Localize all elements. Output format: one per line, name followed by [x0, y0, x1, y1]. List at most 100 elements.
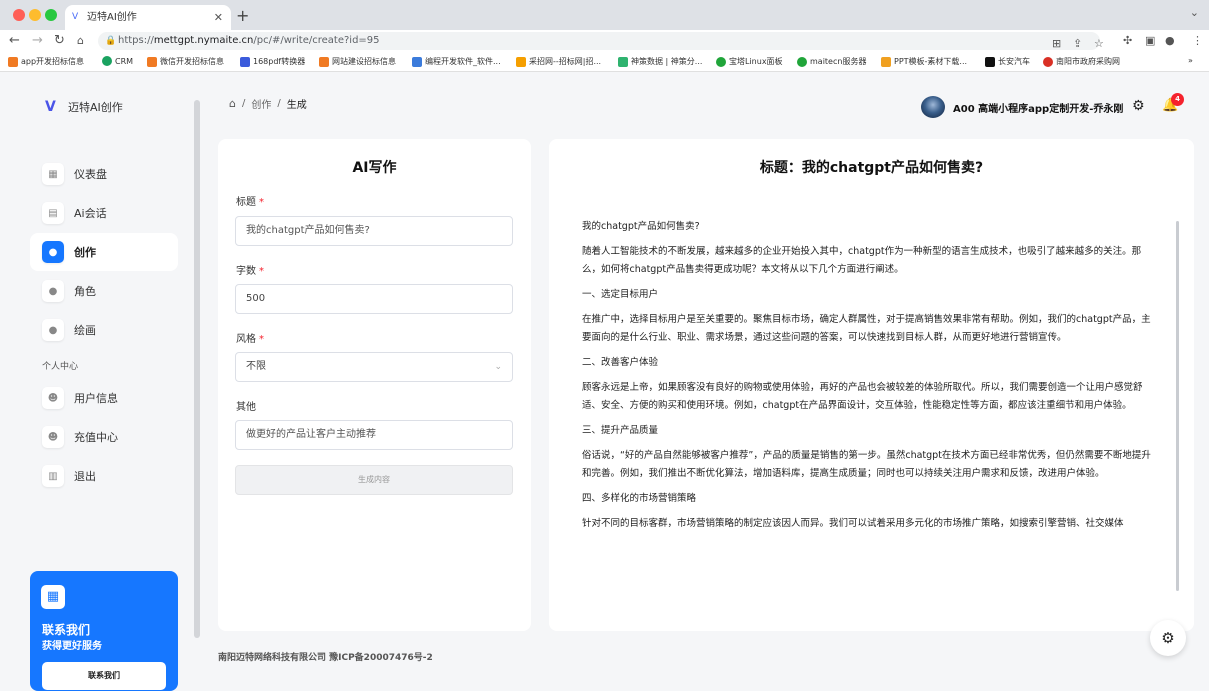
sidepanel-icon[interactable]: ▣ [1145, 33, 1155, 49]
article-heading: 标题：我的chatgpt产品如何售卖? [759, 160, 984, 176]
bookmark-item[interactable]: 编程开发软件_软件... [412, 56, 501, 67]
other-label: 其他 [236, 402, 256, 413]
bookmark-item[interactable]: 长安汽车 [985, 56, 1030, 67]
form-title: AI写作 [352, 160, 397, 176]
back-icon[interactable]: ← [9, 33, 20, 49]
user-icon: ☻ [42, 426, 64, 448]
sidebar-item-ai-chat[interactable]: ▤ Ai会话 [30, 194, 178, 232]
promo-subtitle: 获得更好服务 [42, 641, 102, 652]
home-icon[interactable]: ⌂ [229, 97, 236, 110]
lock-icon: 🔒 [105, 36, 117, 46]
contact-promo-card: ▦ 联系我们 获得更好服务 联系我们 [30, 571, 178, 691]
bookmark-item[interactable]: CRM [102, 56, 133, 66]
close-window-button[interactable] [13, 9, 25, 21]
bookmark-star-icon[interactable]: ☆ [1094, 35, 1104, 53]
sidebar-item-label: 充值中心 [74, 431, 118, 444]
url-field[interactable]: 🔒 https://mettgpt.nymaite.cn/pc/#/write/… [98, 32, 1104, 53]
share-icon[interactable]: ⇪ [1073, 35, 1082, 53]
sidebar-item-dashboard[interactable]: ▦ 仪表盘 [30, 155, 178, 193]
style-select-value: 不限 [246, 361, 266, 372]
profile-icon[interactable]: ● [1165, 33, 1175, 49]
bookmark-item[interactable]: 168pdf转换器 [240, 56, 305, 67]
translate-icon[interactable]: ⊞ [1052, 35, 1061, 53]
drop-icon: ● [42, 319, 64, 341]
bookmarks-overflow-icon[interactable]: » [1188, 56, 1193, 65]
sidebar-item-recharge[interactable]: ☻ 充值中心 [30, 418, 178, 456]
browser-tab[interactable]: V 迈特AI创作 ✕ [65, 5, 231, 30]
bookmark-favicon-icon [8, 56, 18, 67]
app-logo[interactable]: V 迈特AI创作 [45, 99, 123, 115]
tab-favicon-icon: V [72, 12, 79, 22]
word-count-input[interactable]: 500 [235, 284, 513, 314]
reload-icon[interactable]: ↻ [54, 33, 65, 49]
bookmarks-bar: app开发招标信息 CRM 微信开发招标信息 168pdf转换器 网站建设招标信… [0, 52, 1209, 72]
tab-search-chevron-icon[interactable]: ⌄ [1190, 6, 1199, 19]
article-scrollbar[interactable] [1176, 221, 1179, 591]
bookmark-item[interactable]: 宝塔Linux面板 [716, 56, 783, 67]
title-input[interactable]: 我的chatgpt产品如何售卖? [235, 216, 513, 246]
address-bar-row: ← → ↻ ⌂ 🔒 https://mettgpt.nymaite.cn/pc/… [0, 30, 1209, 52]
sidebar-scrollbar[interactable] [194, 100, 200, 638]
sidebar-item-user-info[interactable]: ☻ 用户信息 [30, 379, 178, 417]
drop-icon: ● [42, 280, 64, 302]
other-input[interactable]: 做更好的产品让客户主动推荐 [235, 420, 513, 450]
bookmark-item[interactable]: app开发招标信息 [8, 56, 84, 67]
sidebar: V 迈特AI创作 ▦ 仪表盘 ▤ Ai会话 ● 创作 ● 角色 ● 绘画 个人中… [0, 72, 200, 691]
article-paragraph: 在推广中，选择目标用户是至关重要的。聚焦目标市场，确定人群属性，对于提高销售效果… [582, 314, 1151, 343]
sidebar-item-label: 仪表盘 [74, 168, 107, 181]
article-paragraph: 俗话说，“好的产品自然能够被客户推荐”，产品的质量是销售的第一步。虽然chatg… [582, 450, 1151, 479]
sidebar-item-label: 退出 [74, 470, 96, 483]
bookmark-item[interactable]: 南阳市政府采购网 [1043, 56, 1120, 67]
article-paragraph: 我的chatgpt产品如何售卖? [582, 221, 700, 232]
bookmark-favicon-icon [618, 56, 628, 67]
chat-icon: ▤ [42, 202, 64, 224]
maximize-window-button[interactable] [45, 9, 57, 21]
bookmark-favicon-icon [319, 56, 329, 67]
style-select[interactable]: 不限 ⌄ [235, 352, 513, 382]
minimize-window-button[interactable] [29, 9, 41, 21]
sidebar-item-roles[interactable]: ● 角色 [30, 272, 178, 310]
bookmark-item[interactable]: maitecn服务器 [797, 56, 866, 67]
bookmark-favicon-icon [412, 56, 422, 67]
words-label: 字数 * [236, 266, 264, 277]
menu-kebab-icon[interactable]: ⋮ [1192, 33, 1203, 49]
bookmark-item[interactable]: 神策数据 | 神策分... [618, 56, 702, 67]
close-tab-icon[interactable]: ✕ [214, 5, 223, 30]
bookmark-item[interactable]: 网站建设招标信息 [319, 56, 396, 67]
url-scheme: https:// [118, 35, 154, 46]
new-tab-button[interactable]: + [236, 6, 249, 25]
sidebar-item-label: Ai会话 [74, 207, 107, 220]
section-label-personal: 个人中心 [42, 362, 79, 372]
chevron-down-icon: ⌄ [494, 362, 502, 372]
bookmark-item[interactable]: 采招网--招标网|招... [516, 56, 601, 67]
bookmark-favicon-icon [985, 56, 995, 67]
notification-badge: 4 [1171, 93, 1184, 106]
article-card: 标题：我的chatgpt产品如何售卖? 我的chatgpt产品如何售卖? 随着人… [549, 139, 1194, 631]
bookmark-favicon-icon [797, 56, 807, 67]
sidebar-item-create[interactable]: ● 创作 [30, 233, 178, 271]
sidebar-item-label: 绘画 [74, 324, 96, 337]
article-paragraph: 一、选定目标用户 [582, 289, 659, 300]
article-paragraph: 二、改善客户体验 [582, 357, 659, 368]
user-menu[interactable]: A00 高端小程序app定制开发-乔永刚 [921, 96, 1123, 118]
generate-content-button[interactable]: 生成内容 [235, 465, 513, 495]
browser-tab-strip: V 迈特AI创作 ✕ + ⌄ [0, 0, 1209, 30]
breadcrumb-current: 生成 [286, 100, 307, 111]
settings-gear-icon[interactable]: ⚙ [1132, 98, 1145, 114]
home-icon[interactable]: ⌂ [77, 33, 84, 49]
sidebar-item-drawing[interactable]: ● 绘画 [30, 311, 178, 349]
bookmark-item[interactable]: 微信开发招标信息 [147, 56, 224, 67]
forward-icon[interactable]: → [32, 33, 43, 49]
sidebar-item-logout[interactable]: ▥ 退出 [30, 457, 178, 495]
contact-us-button[interactable]: 联系我们 [42, 662, 166, 690]
article-paragraph: 四、多样化的市场营销策略 [582, 493, 697, 504]
bookmark-item[interactable]: PPT模板-素材下载... [881, 56, 967, 67]
trash-icon: ▥ [42, 465, 64, 487]
bookmark-favicon-icon [240, 56, 250, 67]
tab-title: 迈特AI创作 [87, 12, 137, 23]
title-label: 标题 * [236, 197, 264, 208]
dashboard-icon: ▦ [42, 163, 64, 185]
breadcrumb-item[interactable]: 创作 [251, 96, 271, 111]
extensions-icon[interactable]: ✣ [1123, 33, 1132, 49]
floating-settings-gear-icon[interactable]: ⚙ [1150, 620, 1186, 656]
